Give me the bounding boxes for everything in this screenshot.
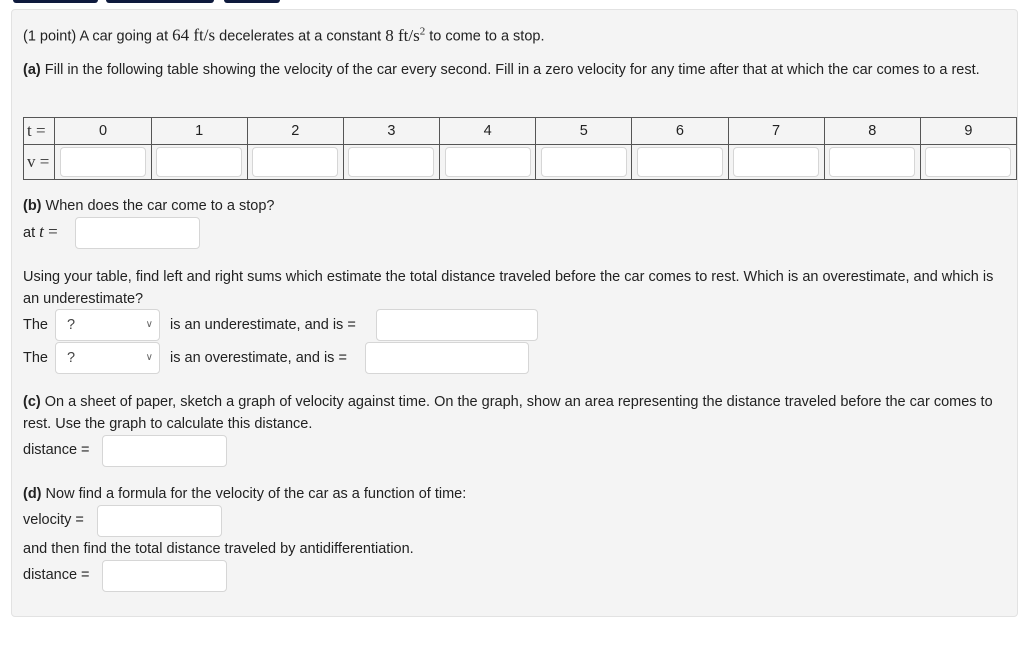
time-row: t = 0 1 2 3 4 5 6 7 8 9 [22, 117, 1017, 145]
sums-instructions: Using your table, find left and right su… [23, 269, 994, 307]
overestimate-input[interactable] [365, 342, 529, 374]
velocity-table: t = 0 1 2 3 4 5 6 7 8 9 v = [22, 117, 1017, 180]
velocity-cell [246, 144, 344, 180]
under-prefix: The [23, 317, 48, 333]
velocity-cell [342, 144, 441, 180]
top-tab-1[interactable] [13, 0, 98, 3]
part-a-label: (a) [23, 62, 41, 78]
part-c-distance-input[interactable] [102, 435, 227, 467]
velocity-input-t2[interactable] [252, 147, 339, 177]
decel-math: 8 ft/s2 [385, 25, 426, 45]
points-label: (1 point) [23, 28, 77, 45]
velocity-input-t7[interactable] [733, 147, 820, 177]
part-d-text: Now find a formula for the velocity of t… [45, 486, 467, 502]
part-a-text: Fill in the following table showing the … [44, 62, 980, 78]
speed-math: 64 ft/s [172, 26, 215, 45]
time-cell: 6 [631, 117, 729, 145]
time-cell: 5 [535, 117, 633, 145]
velocity-cell [727, 144, 825, 180]
velocity-input-t1[interactable] [156, 147, 243, 177]
velocity-input-t3[interactable] [348, 147, 435, 177]
part-b-text: When does the car come to a stop? [45, 198, 275, 214]
time-cell: 9 [919, 117, 1017, 145]
velocity-formula-label: velocity = [23, 512, 84, 528]
decel-exponent: 2 [419, 25, 426, 37]
velocity-input-t6[interactable] [636, 147, 723, 177]
part-d-distance-input[interactable] [102, 560, 227, 592]
intro-middle: decelerates at a constant [219, 28, 382, 45]
velocity-row-label: v = [22, 144, 56, 180]
part-b-question: (b) When does the car come to a stop? [23, 196, 274, 216]
underestimate-select-value: ? [67, 317, 76, 333]
velocity-cell [919, 144, 1017, 180]
velocity-cell [439, 144, 537, 180]
time-cell: 4 [439, 117, 537, 145]
part-d-instructions: (d) Now find a formula for the velocity … [23, 484, 466, 504]
part-c-label: (c) [23, 394, 41, 410]
part-c-instructions: (c) On a sheet of paper, sketch a graph … [23, 391, 1008, 435]
velocity-cell [631, 144, 729, 180]
time-cell: 7 [727, 117, 825, 145]
time-cell: 3 [342, 117, 441, 145]
speed-unit: ft/s [193, 25, 216, 45]
underestimate-label: is an underestimate, and is = [170, 317, 356, 333]
top-tab-3[interactable] [224, 0, 280, 3]
part-c-text: On a sheet of paper, sketch a graph of v… [23, 394, 993, 432]
stop-time-row: at t = [23, 222, 58, 243]
velocity-cell [54, 144, 152, 180]
overestimate-label: is an overestimate, and is = [170, 350, 347, 366]
part-c-distance-label: distance = [23, 442, 90, 458]
over-prefix: The [23, 350, 48, 366]
velocity-input-t9[interactable] [925, 147, 1012, 177]
velocity-input-t5[interactable] [540, 147, 627, 177]
antiderivative-text: and then find the total distance travele… [23, 541, 414, 557]
decel-value: 8 [385, 25, 394, 45]
decel-unit: ft/s [397, 25, 420, 45]
time-cell: 0 [54, 117, 152, 145]
t-variable: t [39, 222, 44, 241]
overestimate-select-value: ? [67, 350, 76, 366]
part-d-label: (d) [23, 486, 42, 502]
part-a-instructions: (a) Fill in the following table showing … [23, 59, 1008, 81]
problem-panel: (1 point) A car going at 64 ft/s deceler… [11, 9, 1018, 617]
intro-after: to come to a stop. [429, 28, 545, 45]
velocity-input-t4[interactable] [444, 147, 531, 177]
overestimate-select[interactable]: ? ∨ [55, 342, 160, 374]
part-d-distance-label: distance = [23, 567, 90, 583]
chevron-down-icon: ∨ [145, 319, 153, 330]
velocity-cell [150, 144, 248, 180]
intro-text: A car going at [79, 28, 169, 45]
speed-value: 64 [172, 25, 190, 45]
stop-time-prefix: at [23, 225, 36, 241]
time-cell: 8 [823, 117, 921, 145]
time-cell: 2 [246, 117, 344, 145]
velocity-formula-input[interactable] [97, 505, 222, 537]
velocity-cell [535, 144, 633, 180]
part-b-label: (b) [23, 198, 42, 214]
velocity-row: v = [22, 144, 1017, 180]
top-tab-2[interactable] [106, 0, 214, 3]
chevron-down-icon: ∨ [145, 352, 153, 363]
problem-statement: (1 point) A car going at 64 ft/s deceler… [23, 21, 545, 47]
velocity-input-t0[interactable] [59, 147, 146, 177]
time-row-label: t = [22, 117, 56, 145]
time-cell: 1 [150, 117, 248, 145]
underestimate-select[interactable]: ? ∨ [55, 309, 160, 341]
equals-sign: = [48, 222, 58, 241]
velocity-cell [823, 144, 921, 180]
velocity-input-t8[interactable] [829, 147, 916, 177]
stop-time-var: t = [39, 222, 58, 241]
underestimate-input[interactable] [376, 309, 538, 341]
stop-time-input[interactable] [75, 217, 200, 249]
